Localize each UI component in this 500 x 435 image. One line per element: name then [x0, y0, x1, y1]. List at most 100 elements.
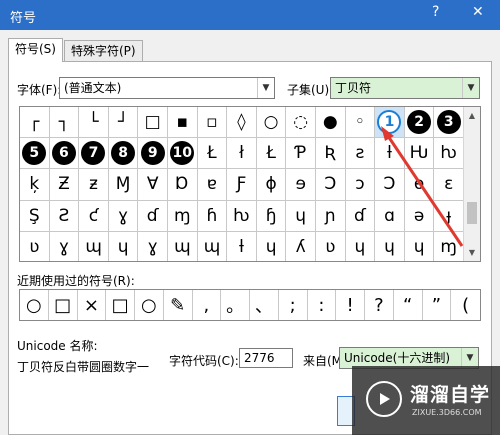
symbol-cell[interactable]: ɥ [286, 200, 316, 232]
close-button[interactable]: ✕ [472, 4, 484, 20]
symbol-cell[interactable]: 8 [108, 138, 139, 170]
symbol-cell[interactable]: ┐ [49, 107, 80, 139]
symbol-cell[interactable]: ƨ [345, 138, 376, 170]
symbol-cell[interactable]: ƕ [434, 138, 464, 170]
symbol-cell[interactable]: ▫ [197, 107, 228, 139]
symbol-cell[interactable]: ɦ [197, 200, 228, 232]
symbol-cell[interactable]: □ [138, 107, 168, 139]
symbol-cell[interactable]: ə [404, 200, 435, 232]
symbol-cell[interactable]: Ɔ [375, 169, 405, 201]
recent-symbol-cell[interactable]: ✎ [164, 290, 193, 320]
symbol-cell[interactable]: ķ [20, 169, 50, 201]
recent-symbol-cell[interactable]: ; [279, 290, 308, 320]
symbol-cell[interactable]: ɐ [197, 169, 228, 201]
symbol-cell[interactable]: Ƥ [286, 138, 316, 170]
symbol-cell[interactable]: 1 [375, 107, 405, 139]
recent-symbol-cell[interactable]: × [78, 290, 107, 320]
symbol-cell[interactable]: ʎ [286, 231, 316, 261]
symbol-cell[interactable]: ɣ [50, 231, 80, 261]
scroll-down-icon[interactable]: ▼ [464, 244, 480, 261]
recent-symbol-cell[interactable]: ! [336, 290, 365, 320]
symbol-cell[interactable]: ɣ [108, 200, 139, 232]
symbol-cell[interactable]: ○ [256, 107, 287, 139]
recent-symbol-cell[interactable]: □ [106, 290, 135, 320]
symbol-cell[interactable]: ɘ [286, 169, 316, 201]
recent-symbol-cell[interactable]: , [193, 290, 222, 320]
subset-select[interactable]: 丁贝符 ▼ [330, 77, 480, 99]
symbol-cell[interactable]: Ƶ [49, 169, 80, 201]
symbol-cell[interactable]: ɲ [316, 200, 346, 232]
symbol-cell[interactable]: ɗ [345, 200, 376, 232]
symbol-cell[interactable]: ◌ [286, 107, 316, 139]
recent-symbol-cell[interactable]: ○ [20, 290, 49, 320]
char-code-input[interactable]: 2776 [239, 348, 293, 368]
symbol-cell[interactable]: 3 [434, 107, 464, 139]
recent-symbol-cell[interactable]: 。 [221, 290, 250, 320]
symbol-cell[interactable]: ɧ [256, 200, 287, 232]
symbol-cell[interactable]: └ [79, 107, 109, 139]
symbol-cell[interactable]: ɥ [109, 231, 139, 261]
symbol-cell[interactable]: 5 [20, 138, 50, 170]
symbol-cell[interactable]: Ɒ [168, 169, 198, 201]
symbol-cell[interactable]: 7 [79, 138, 109, 170]
symbol-cell[interactable]: Ş [20, 200, 50, 232]
recent-symbol-cell[interactable]: □ [49, 290, 78, 320]
font-select[interactable]: (普通文本) ▼ [59, 77, 275, 99]
symbol-cell[interactable]: ƕ [227, 200, 257, 232]
scroll-up-icon[interactable]: ▲ [464, 107, 480, 124]
symbol-cell[interactable]: ʋ [316, 231, 346, 261]
symbol-cell[interactable]: 10 [168, 138, 198, 170]
symbol-cell[interactable]: ┘ [108, 107, 139, 139]
symbol-cell[interactable]: ɰ [79, 231, 109, 261]
recent-symbol-cell[interactable]: 、 [250, 290, 279, 320]
symbol-cell[interactable]: 6 [49, 138, 80, 170]
symbol-cell[interactable]: ƈ [79, 200, 109, 232]
symbol-cell[interactable]: ɟ [434, 200, 464, 232]
symbol-cell[interactable]: Ł [256, 138, 287, 170]
symbol-cell[interactable]: 2 [404, 107, 435, 139]
symbol-cell[interactable]: ɱ [168, 200, 198, 232]
recent-symbol-cell[interactable]: ( [451, 290, 480, 320]
symbol-cell[interactable]: ɑ [375, 200, 405, 232]
recent-symbol-cell[interactable]: ○ [135, 290, 164, 320]
symbol-cell[interactable]: Ɱ [108, 169, 139, 201]
tab-special-chars[interactable]: 特殊字符(P) [63, 40, 143, 62]
symbol-cell[interactable]: Ƨ [49, 200, 80, 232]
symbol-cell[interactable]: ● [316, 107, 346, 139]
symbol-cell[interactable]: ƶ [79, 169, 109, 201]
symbol-cell[interactable]: Ƒ [227, 169, 257, 201]
symbol-cell[interactable]: ɥ [346, 231, 376, 261]
symbol-cell[interactable]: Ƕ [404, 138, 435, 170]
symbol-cell[interactable]: ɵ [404, 169, 435, 201]
symbol-cell[interactable]: ɰ [198, 231, 228, 261]
symbol-cell[interactable]: 9 [138, 138, 168, 170]
symbol-cell[interactable]: ɥ [257, 231, 287, 261]
symbol-cell[interactable]: ɗ [138, 200, 168, 232]
symbol-cell[interactable]: ɔ [345, 169, 376, 201]
symbol-cell[interactable]: ɸ [256, 169, 287, 201]
grid-scrollbar[interactable]: ▲ ▼ [463, 107, 480, 261]
symbol-cell[interactable]: ł [227, 138, 257, 170]
symbol-cell[interactable]: ɥ [375, 231, 405, 261]
symbol-cell[interactable]: ◦ [345, 107, 376, 139]
symbol-cell[interactable]: ɣ [138, 231, 168, 261]
recent-symbol-cell[interactable]: “ [394, 290, 423, 320]
symbol-cell[interactable]: ʋ [20, 231, 50, 261]
symbol-cell[interactable]: Ʀ [316, 138, 346, 170]
symbol-cell[interactable]: Ɐ [138, 169, 168, 201]
symbol-cell[interactable]: ƚ [375, 138, 405, 170]
symbol-cell[interactable]: Ł [197, 138, 228, 170]
symbol-cell[interactable]: ɥ [405, 231, 435, 261]
symbol-cell[interactable]: ɰ [168, 231, 198, 261]
recent-symbol-cell[interactable]: ” [423, 290, 452, 320]
symbol-cell[interactable]: Ɔ [316, 169, 346, 201]
recent-symbol-cell[interactable]: ? [365, 290, 394, 320]
scroll-thumb[interactable] [467, 202, 477, 224]
symbol-cell[interactable]: ɱ [434, 231, 464, 261]
symbol-cell[interactable]: ▪ [168, 107, 198, 139]
symbol-cell[interactable]: ┌ [20, 107, 50, 139]
tab-symbols[interactable]: 符号(S) [8, 38, 63, 62]
help-button[interactable]: ? [432, 4, 439, 20]
symbol-cell[interactable]: ƚ [227, 231, 257, 261]
recent-symbol-cell[interactable]: : [308, 290, 337, 320]
